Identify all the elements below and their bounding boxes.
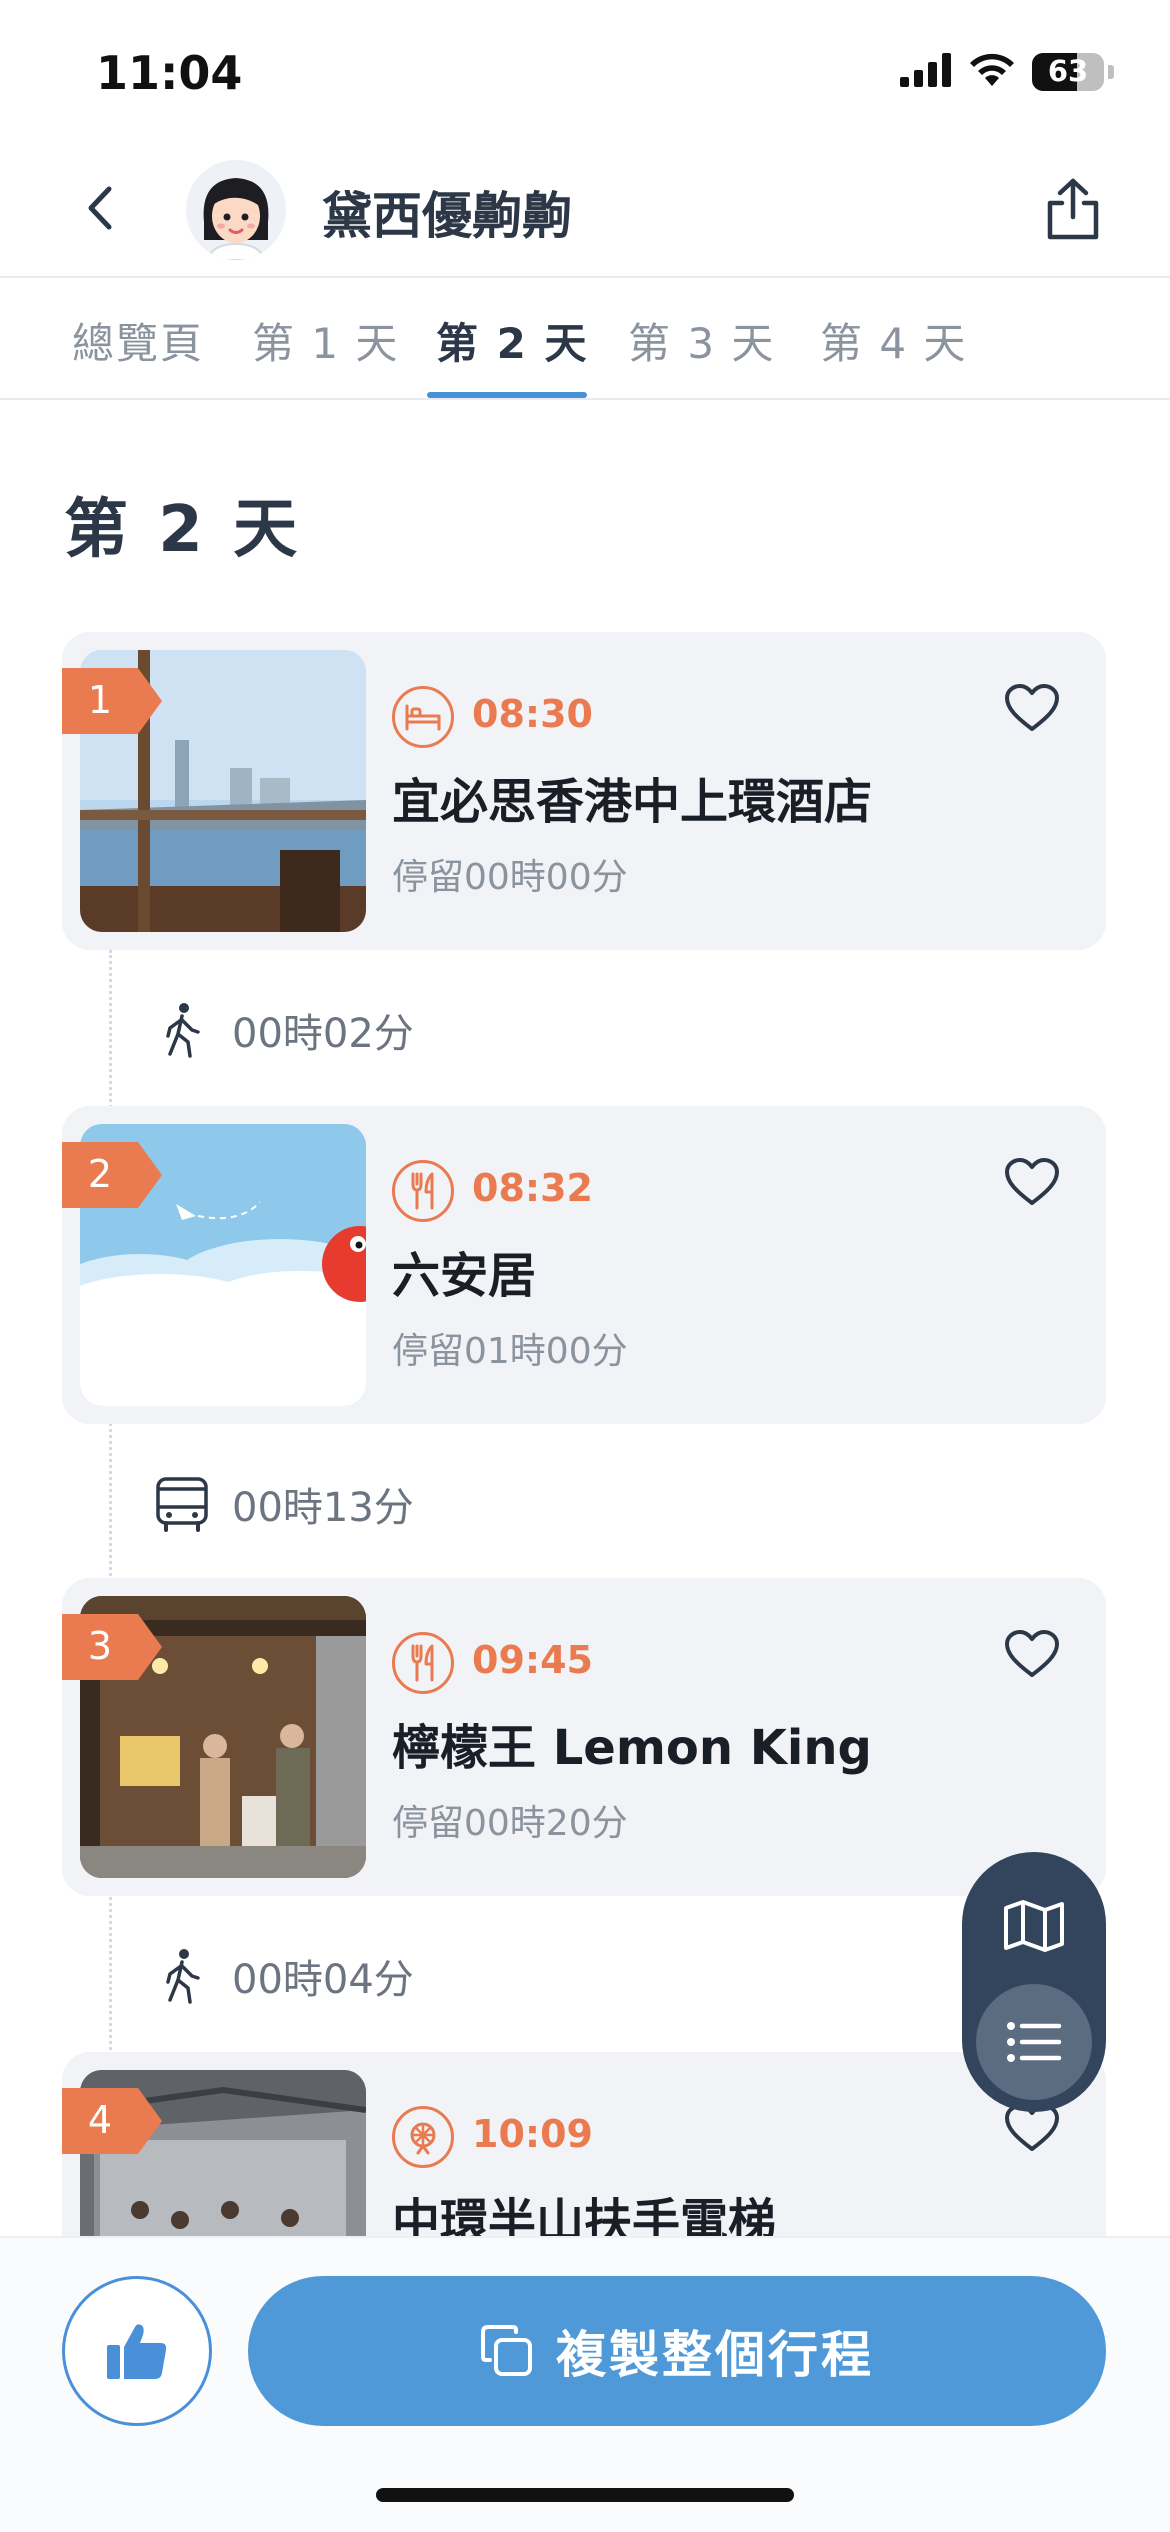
- day-tabs: 總覽頁 第 1 天 第 2 天 第 3 天 第 4 天: [0, 278, 1170, 400]
- bus-icon: [150, 1472, 214, 1536]
- itinerary-card[interactable]: 3 09:45 檸檬王 Lemon King 停留00時20分: [62, 1578, 1106, 1896]
- favorite-button[interactable]: [1000, 1622, 1064, 1686]
- view-toggle: [962, 1852, 1106, 2112]
- copy-itinerary-label: 複製整個行程: [556, 2326, 874, 2384]
- place-name: 宜必思香港中上環酒店: [392, 774, 873, 830]
- day-title: 第 2 天: [64, 493, 302, 567]
- map-view-button[interactable]: [994, 1886, 1074, 1966]
- heart-icon: [1005, 1630, 1059, 1677]
- status-time: 11:04: [96, 46, 243, 100]
- share-button[interactable]: [1038, 174, 1108, 244]
- like-button[interactable]: [62, 2276, 212, 2426]
- order-number: 2: [87, 1152, 113, 1196]
- place-name: 檸檬王 Lemon King: [392, 1720, 872, 1776]
- transit-segment: 00時13分: [150, 1464, 414, 1544]
- status-icons: 63: [900, 52, 1114, 92]
- stay-duration: 停留01時00分: [392, 1331, 628, 1372]
- transit-segment: 00時04分: [150, 1936, 414, 2016]
- copy-icon: [481, 2325, 532, 2376]
- active-tab-indicator: [427, 392, 587, 398]
- restaurant-icon: [392, 1632, 454, 1694]
- itinerary-card[interactable]: 1 08:30 宜必思香港中上環酒店 停留00時00分: [62, 632, 1106, 950]
- restaurant-icon: [392, 1160, 454, 1222]
- share-icon: [1047, 178, 1099, 240]
- stay-duration: 停留00時20分: [392, 1803, 628, 1844]
- arrival-time: 10:09: [472, 2112, 593, 2156]
- order-number: 3: [87, 1624, 113, 1668]
- home-indicator: [376, 2488, 794, 2502]
- tab-day-2[interactable]: 第 2 天: [436, 310, 588, 371]
- battery-level: 63: [1047, 54, 1089, 88]
- place-name: 六安居: [392, 1248, 537, 1304]
- transit-segment: 00時02分: [150, 990, 414, 1070]
- transit-duration: 00時02分: [232, 1011, 414, 1057]
- walking-icon: [150, 1944, 214, 2008]
- thumbs-up-icon: [107, 2324, 167, 2379]
- back-button[interactable]: [70, 178, 130, 238]
- walking-icon: [150, 998, 214, 1062]
- transit-duration: 00時13分: [232, 1485, 414, 1531]
- attraction-icon: [392, 2106, 454, 2168]
- arrival-time: 09:45: [472, 1638, 593, 1682]
- favorite-button[interactable]: [1000, 676, 1064, 740]
- chevron-left-icon: [88, 186, 112, 230]
- bottom-action-bar: 複製整個行程: [0, 2236, 1170, 2532]
- tab-day-3[interactable]: 第 3 天: [628, 310, 775, 371]
- itinerary-card[interactable]: 2 08:32 六安居 停留01時00分: [62, 1106, 1106, 1424]
- order-badge: 4: [62, 2088, 162, 2154]
- battery-icon: 63: [1032, 53, 1104, 91]
- arrival-time: 08:32: [472, 1166, 593, 1210]
- avatar[interactable]: [186, 160, 286, 260]
- avatar-illustration: [186, 160, 286, 260]
- map-icon: [1004, 1900, 1064, 1952]
- hotel-icon: [392, 686, 454, 748]
- tab-overview[interactable]: 總覽頁: [72, 310, 204, 371]
- tab-day-1[interactable]: 第 1 天: [252, 310, 399, 371]
- wifi-icon: [968, 52, 1016, 92]
- copy-itinerary-button[interactable]: 複製整個行程: [248, 2276, 1106, 2426]
- tab-day-4[interactable]: 第 4 天: [820, 310, 967, 371]
- cellular-signal-icon: [900, 53, 952, 91]
- heart-icon: [1005, 684, 1059, 731]
- stay-duration: 停留00時00分: [392, 857, 628, 898]
- header: 黛西優齁齁: [0, 150, 1170, 278]
- status-bar: 11:04 63: [0, 0, 1170, 150]
- list-view-button[interactable]: [976, 1984, 1092, 2100]
- order-number: 1: [87, 678, 113, 722]
- header-title: 黛西優齁齁: [322, 187, 572, 245]
- heart-icon: [1005, 1158, 1059, 1205]
- list-icon: [1007, 2022, 1062, 2062]
- transit-duration: 00時04分: [232, 1957, 414, 2003]
- order-number: 4: [87, 2098, 113, 2142]
- order-badge: 3: [62, 1614, 162, 1680]
- favorite-button[interactable]: [1000, 1150, 1064, 1214]
- order-badge: 1: [62, 668, 162, 734]
- arrival-time: 08:30: [472, 692, 593, 736]
- order-badge: 2: [62, 1142, 162, 1208]
- battery-cap: [1108, 65, 1114, 79]
